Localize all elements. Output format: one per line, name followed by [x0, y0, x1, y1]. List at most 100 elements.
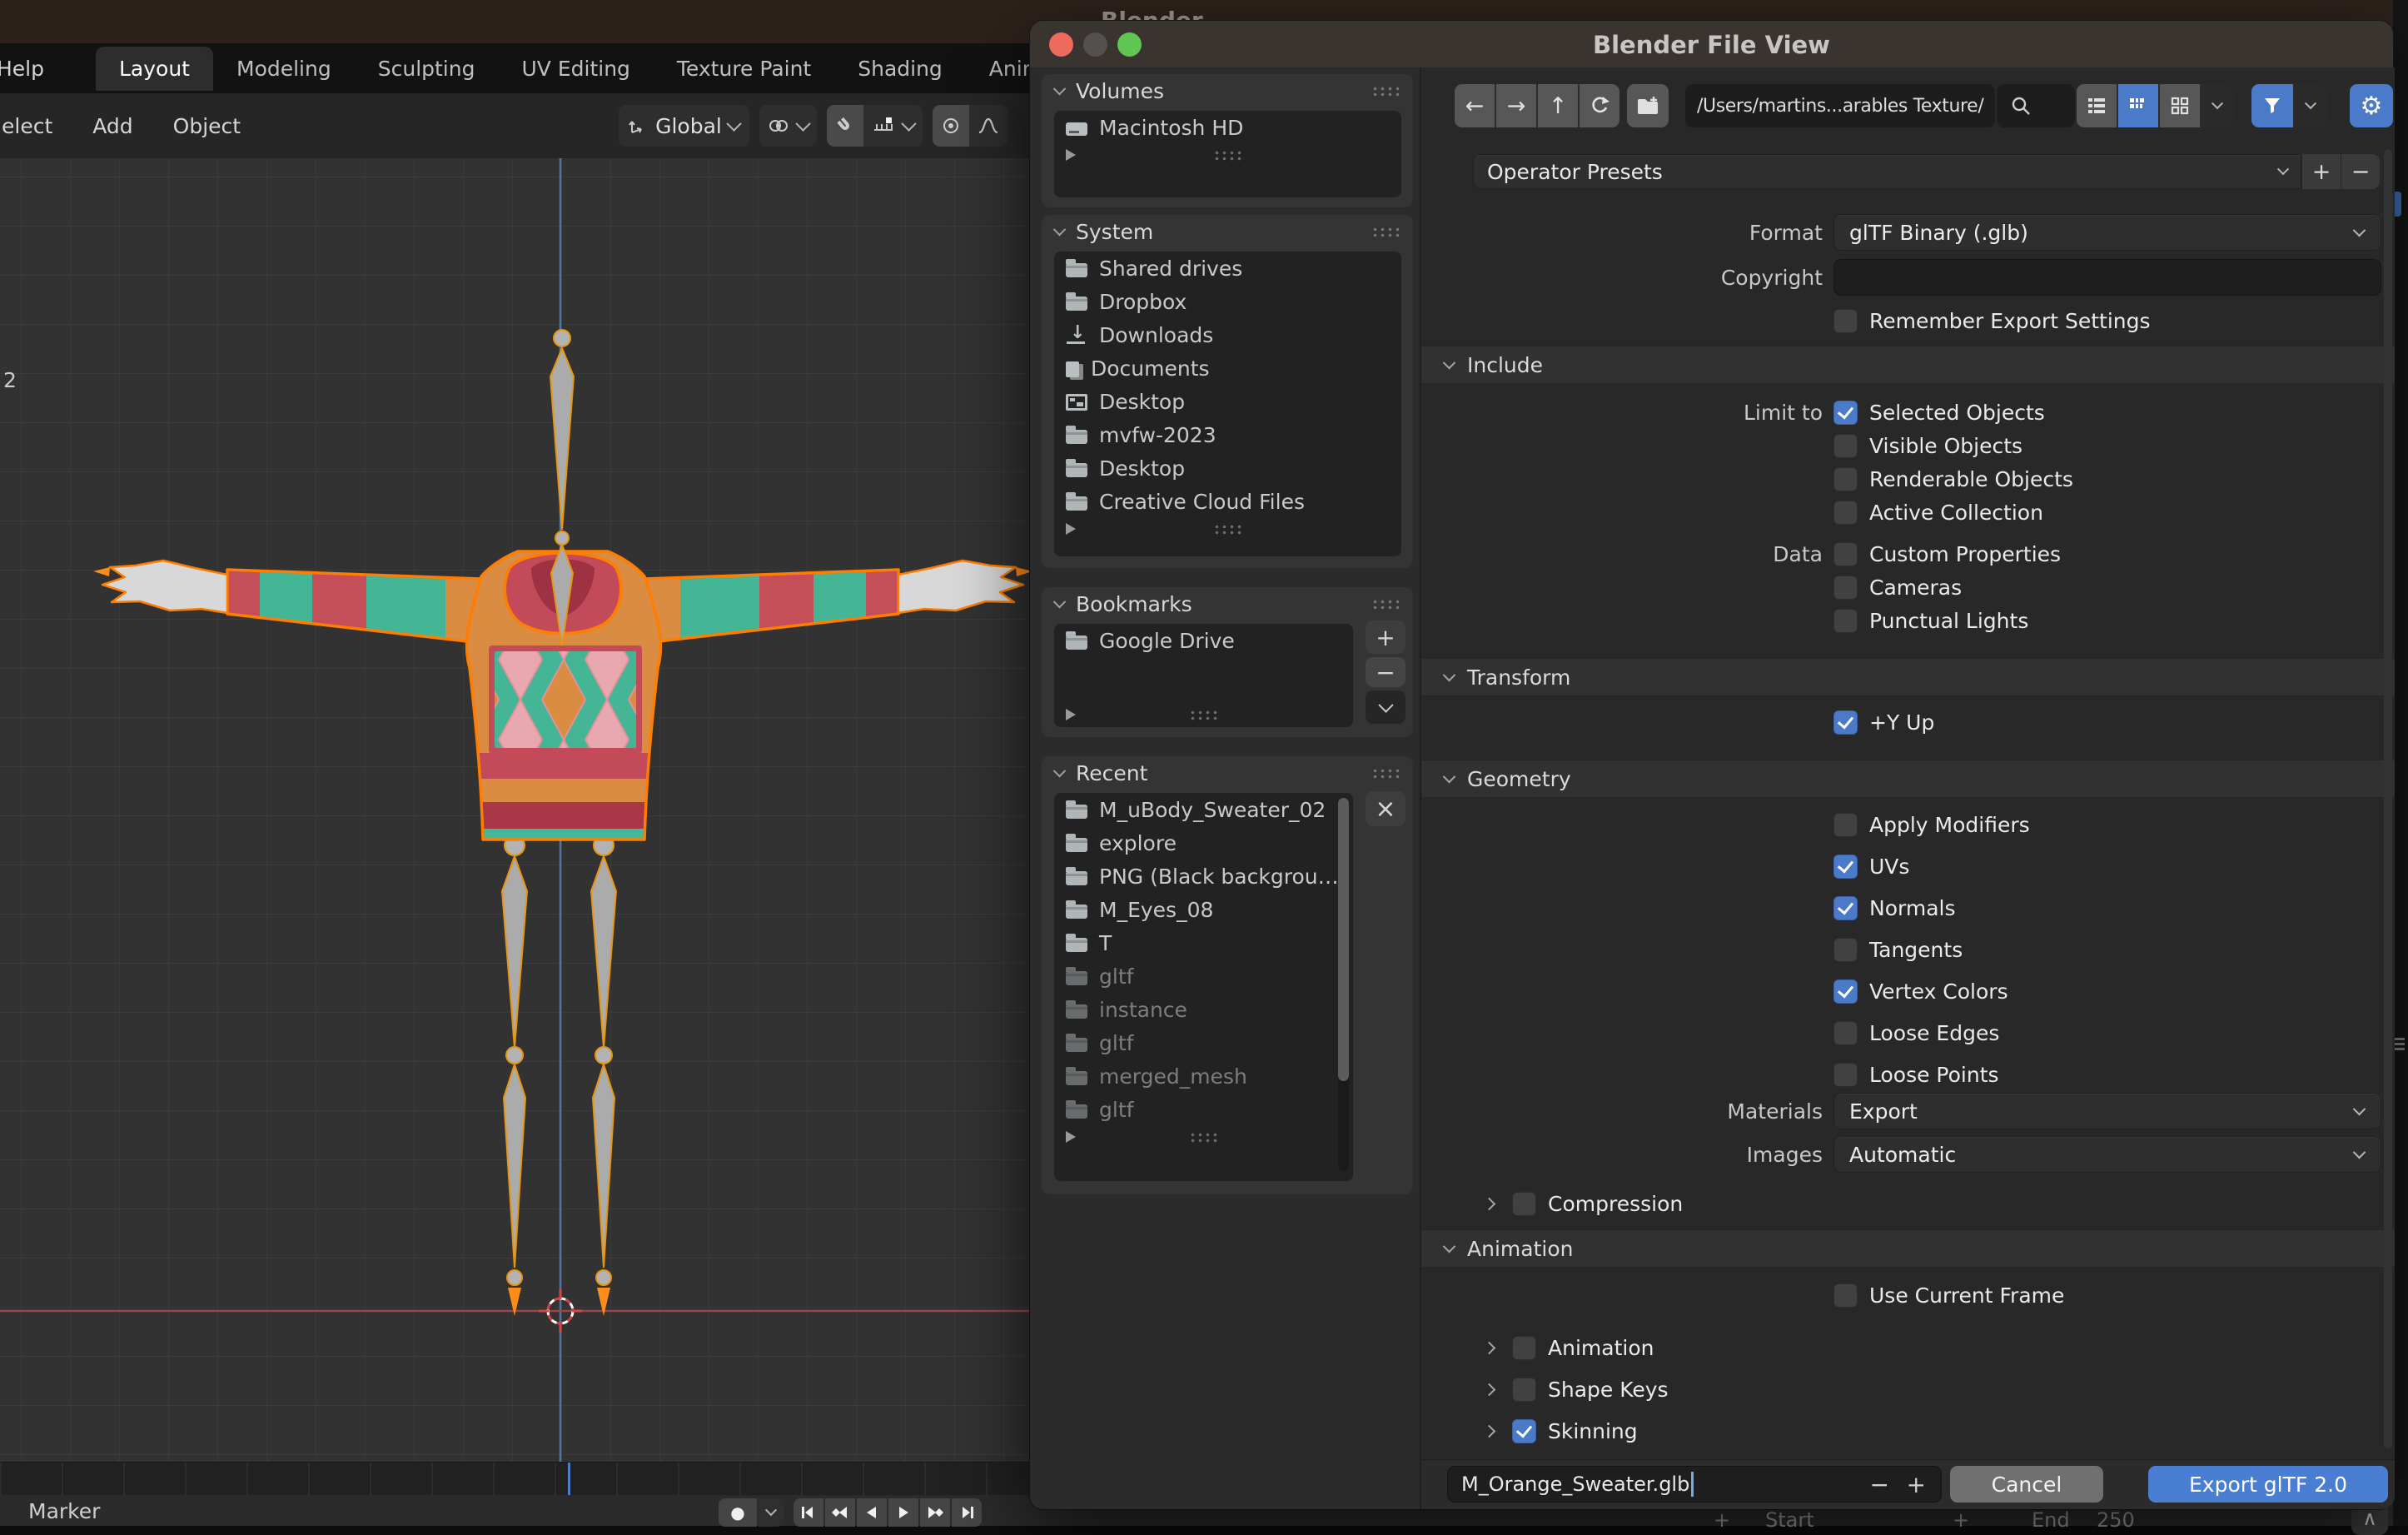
recent-item[interactable]: gltf: [1054, 1093, 1353, 1126]
tab-texture-paint[interactable]: Texture Paint: [654, 47, 834, 91]
next-keyframe-button[interactable]: [920, 1498, 950, 1527]
play-button[interactable]: [888, 1498, 918, 1527]
sidebar-item-macintosh-hd[interactable]: Macintosh HD: [1054, 111, 1401, 144]
back-button[interactable]: ←: [1455, 84, 1495, 127]
sidebar-item-desktop-2[interactable]: Desktop: [1054, 451, 1401, 485]
options-scrollbar[interactable]: [2384, 149, 2392, 1448]
menu-add[interactable]: Add: [72, 114, 152, 138]
snap-magnet-icon[interactable]: [826, 105, 863, 147]
drag-grip-icon[interactable]: [1371, 85, 1401, 97]
drag-grip-icon[interactable]: [1371, 598, 1401, 610]
chevron-down-icon[interactable]: [759, 1498, 784, 1527]
sidebar-item-downloads[interactable]: Downloads: [1054, 318, 1401, 351]
right-hand-mesh[interactable]: [897, 559, 1025, 615]
falloff-curve-icon[interactable]: [969, 105, 1007, 147]
images-dropdown[interactable]: Automatic: [1833, 1136, 2381, 1173]
settings-gear-button[interactable]: ⚙: [2350, 84, 2393, 127]
system-header[interactable]: System: [1042, 215, 1413, 248]
loose-points-checkbox[interactable]: [1833, 1062, 1858, 1087]
sidebar-item-documents[interactable]: Documents: [1054, 351, 1401, 385]
recent-scrollbar[interactable]: [1338, 798, 1349, 1171]
animation-checkbox[interactable]: [1512, 1335, 1536, 1360]
volumes-header[interactable]: Volumes: [1042, 74, 1413, 107]
recent-expander[interactable]: [1054, 1126, 1353, 1148]
recent-item[interactable]: merged_mesh: [1054, 1059, 1353, 1093]
menu-select[interactable]: elect: [0, 114, 72, 138]
armature-spine-bones[interactable]: [549, 329, 575, 546]
normals-checkbox[interactable]: [1833, 895, 1858, 920]
tab-shading[interactable]: Shading: [834, 47, 966, 91]
system-expander[interactable]: [1054, 518, 1401, 540]
previous-keyframe-button[interactable]: [825, 1498, 855, 1527]
range-end-value[interactable]: 250: [2097, 1508, 2135, 1532]
export-gltf-button[interactable]: Export glTF 2.0: [2148, 1466, 2388, 1503]
remove-bookmark-button[interactable]: −: [1366, 657, 1405, 687]
jump-to-end-button[interactable]: [952, 1498, 982, 1527]
jump-to-start-button[interactable]: [794, 1498, 823, 1527]
up-directory-button[interactable]: ↑: [1538, 84, 1578, 127]
include-section-header[interactable]: Include: [1421, 346, 2395, 384]
vertical-list-view-button[interactable]: [2077, 84, 2117, 127]
vertex-colors-checkbox[interactable]: [1833, 979, 1858, 1004]
recent-item[interactable]: M_uBody_Sweater_02: [1054, 793, 1353, 826]
filename-input[interactable]: M_Orange_Sweater.glb − +: [1447, 1466, 1942, 1503]
left-hand-mesh[interactable]: [101, 559, 229, 615]
cameras-checkbox[interactable]: [1833, 575, 1858, 600]
range-plus-icon[interactable]: +: [1714, 1508, 1730, 1532]
tab-sculpting[interactable]: Sculpting: [355, 47, 499, 91]
snap-target-icon[interactable]: [863, 105, 903, 147]
use-current-frame-checkbox[interactable]: [1833, 1283, 1858, 1308]
remove-preset-button[interactable]: −: [2341, 154, 2380, 189]
drag-grip-icon[interactable]: [1371, 767, 1401, 779]
transform-section-header[interactable]: Transform: [1421, 658, 2395, 696]
sidebar-item-shared-drives[interactable]: Shared drives: [1054, 252, 1401, 285]
range-plus-icon[interactable]: +: [1953, 1508, 1969, 1532]
decrement-filename-button[interactable]: −: [1870, 1471, 1889, 1498]
auto-keying-controls[interactable]: ●: [719, 1498, 784, 1527]
recent-item[interactable]: PNG (Black backgrou…: [1054, 860, 1353, 893]
add-preset-button[interactable]: +: [2301, 154, 2341, 189]
dialog-titlebar[interactable]: Blender File View: [1030, 21, 2393, 67]
sidebar-item-desktop[interactable]: Desktop: [1054, 385, 1401, 418]
display-options-chevron[interactable]: [2202, 84, 2233, 127]
materials-dropdown[interactable]: Export: [1833, 1093, 2381, 1129]
timeline-playhead[interactable]: [568, 1463, 570, 1496]
apply-modifiers-checkbox[interactable]: [1833, 812, 1858, 837]
animation-section-header[interactable]: Animation: [1421, 1229, 2395, 1268]
skinning-collapsed-panel[interactable]: Skinning: [1421, 1414, 2395, 1448]
range-start-label[interactable]: Start: [1765, 1508, 1814, 1532]
pivot-point-dropdown[interactable]: [759, 105, 817, 147]
drag-grip-icon[interactable]: [1371, 226, 1401, 237]
punctual-lights-checkbox[interactable]: [1833, 608, 1858, 633]
copyright-input[interactable]: [1833, 259, 2381, 296]
bookmark-options-button[interactable]: [1366, 690, 1405, 724]
search-field[interactable]: [1997, 84, 2075, 127]
loose-edges-checkbox[interactable]: [1833, 1020, 1858, 1045]
recent-item[interactable]: gltf: [1054, 959, 1353, 993]
increment-filename-button[interactable]: +: [1907, 1471, 1926, 1498]
refresh-button[interactable]: [1580, 84, 1619, 127]
visible-objects-checkbox[interactable]: [1833, 433, 1858, 458]
range-end-label[interactable]: End: [2032, 1508, 2070, 1532]
skinning-checkbox[interactable]: [1512, 1418, 1536, 1443]
tab-layout[interactable]: Layout: [96, 46, 213, 91]
animation-collapsed-panel[interactable]: Animation: [1421, 1331, 2395, 1364]
detailed-list-view-button[interactable]: [2118, 84, 2158, 127]
thumbnail-view-button[interactable]: [2160, 84, 2200, 127]
recent-item[interactable]: T: [1054, 926, 1353, 959]
custom-properties-checkbox[interactable]: [1833, 541, 1858, 566]
forward-button[interactable]: →: [1496, 84, 1536, 127]
recent-item[interactable]: instance: [1054, 993, 1353, 1026]
menu-help[interactable]: Help: [0, 57, 66, 81]
marker-menu[interactable]: Marker: [28, 1499, 100, 1523]
selected-objects-checkbox[interactable]: [1833, 400, 1858, 425]
active-collection-checkbox[interactable]: [1833, 500, 1858, 525]
tangents-checkbox[interactable]: [1833, 937, 1858, 962]
armature-leg-bones[interactable]: [500, 835, 618, 1316]
remember-settings-checkbox[interactable]: [1833, 308, 1858, 333]
snap-controls[interactable]: [826, 105, 923, 147]
filter-options-chevron[interactable]: [2295, 84, 2326, 127]
shape-keys-collapsed-panel[interactable]: Shape Keys: [1421, 1373, 2395, 1406]
volumes-expander[interactable]: [1054, 144, 1401, 166]
bookmarks-expander[interactable]: [1054, 704, 1353, 725]
